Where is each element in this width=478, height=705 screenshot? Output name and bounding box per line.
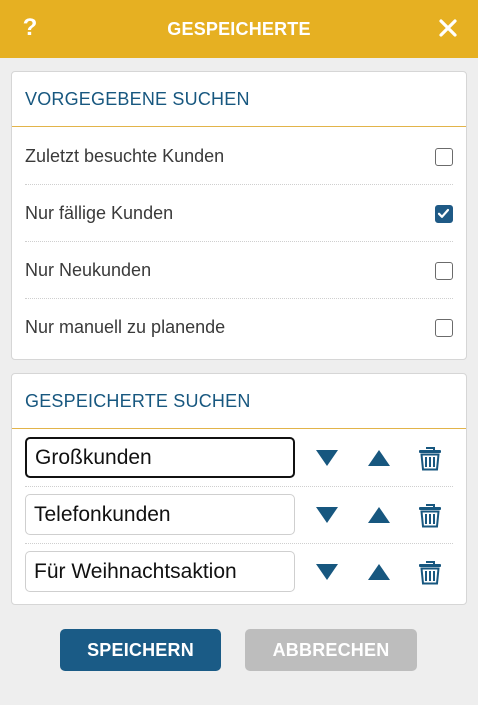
predefined-search-checkbox[interactable] (435, 148, 453, 166)
dialog-header: ? GESPEICHERTE (0, 0, 478, 58)
save-button[interactable]: SPEICHERN (60, 629, 221, 671)
saved-search-name-input[interactable] (25, 437, 295, 478)
predefined-search-checkbox[interactable] (435, 319, 453, 337)
move-down-icon[interactable] (313, 444, 341, 472)
move-up-icon[interactable] (365, 558, 393, 586)
close-icon[interactable] (436, 16, 460, 40)
saved-searches-panel: GESPEICHERTE SUCHEN (11, 373, 467, 605)
predefined-search-label: Nur Neukunden (25, 260, 152, 280)
move-down-icon[interactable] (313, 501, 341, 529)
saved-searches-title: GESPEICHERTE SUCHEN (12, 374, 466, 429)
predefined-search-row: Nur fällige Kunden (25, 185, 453, 242)
predefined-search-row: Zuletzt besuchte Kunden (25, 128, 453, 185)
dialog-title: GESPEICHERTE (167, 19, 311, 39)
trash-icon[interactable] (416, 558, 444, 586)
predefined-search-checkbox[interactable] (435, 262, 453, 280)
saved-search-row (25, 487, 453, 544)
predefined-search-label: Nur fällige Kunden (25, 203, 174, 223)
predefined-search-label: Nur manuell zu planende (25, 317, 226, 337)
move-up-icon[interactable] (365, 501, 393, 529)
predefined-search-label: Zuletzt besuchte Kunden (25, 146, 225, 166)
predefined-search-row: Nur Neukunden (25, 242, 453, 299)
predefined-searches-title: VORGEGEBENE SUCHEN (12, 72, 466, 127)
trash-icon[interactable] (416, 444, 444, 472)
saved-search-name-input[interactable] (25, 494, 295, 535)
predefined-search-checkbox[interactable] (435, 205, 453, 223)
predefined-searches-panel: VORGEGEBENE SUCHEN Zuletzt besuchte Kund… (11, 71, 467, 360)
saved-search-row (25, 544, 453, 601)
predefined-search-row: Nur manuell zu planende (25, 299, 453, 356)
move-down-icon[interactable] (313, 558, 341, 586)
trash-icon[interactable] (416, 501, 444, 529)
move-up-icon[interactable] (365, 444, 393, 472)
cancel-button[interactable]: ABBRECHEN (245, 629, 417, 671)
saved-search-name-input[interactable] (25, 551, 295, 592)
saved-search-row (25, 430, 453, 487)
